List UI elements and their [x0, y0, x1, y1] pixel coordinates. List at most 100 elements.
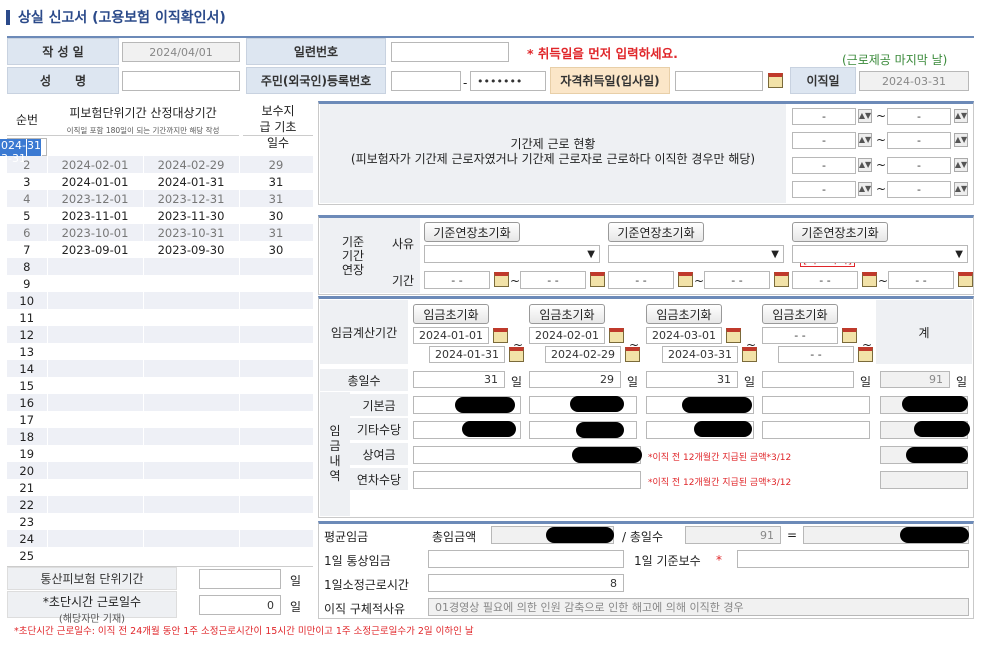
extension-end-field[interactable]: - - — [888, 271, 954, 289]
table-row[interactable]: 23 — [7, 513, 313, 530]
table-row[interactable]: 24 — [7, 530, 313, 547]
wage-days-field[interactable]: 31 — [413, 371, 505, 388]
extension-reason-select[interactable]: ▼ — [424, 245, 600, 263]
table-row[interactable]: 10 — [7, 292, 313, 309]
table-row[interactable]: 42023-12-012023-12-3131 — [7, 190, 313, 207]
calendar-icon[interactable] — [625, 347, 640, 362]
table-row[interactable]: 12024-03-012024-03-3131 — [7, 138, 47, 156]
part-time-start-field[interactable]: - — [792, 181, 856, 198]
extension-reason-select[interactable]: ▼ — [608, 245, 784, 263]
extension-start-field[interactable]: - - — [608, 271, 674, 289]
part-time-end-field[interactable]: - — [887, 108, 951, 125]
short-hours-field[interactable]: 0 — [199, 595, 281, 615]
base-pay-field[interactable] — [762, 396, 870, 414]
spinner-icon[interactable]: ▲▼ — [858, 109, 872, 123]
extension-reset-button[interactable]: 기준연장초기화 — [608, 222, 704, 242]
table-row[interactable]: 32024-01-012024-01-3131 — [7, 173, 313, 190]
calendar-icon[interactable] — [726, 328, 741, 343]
spinner-icon[interactable]: ▲▼ — [858, 158, 872, 172]
extension-reset-button[interactable]: 기준연장초기화 — [424, 222, 520, 242]
wage-from-field[interactable]: - - — [762, 327, 838, 344]
wage-to-field[interactable]: 2024-02-29 — [545, 346, 621, 363]
calendar-icon[interactable] — [958, 272, 973, 287]
spinner-icon[interactable]: ▲▼ — [858, 182, 872, 196]
table-row[interactable]: 8 — [7, 258, 313, 275]
table-row[interactable]: 25 — [7, 547, 313, 564]
extension-end-field[interactable]: - - — [704, 271, 770, 289]
other-allow-field[interactable] — [762, 421, 870, 439]
wage-days-field[interactable] — [762, 371, 854, 388]
table-row[interactable]: 20 — [7, 462, 313, 479]
wage-to-field[interactable]: - - — [778, 346, 854, 363]
leave-date-field[interactable]: 2024-03-31 — [859, 71, 969, 91]
calendar-icon[interactable] — [774, 272, 789, 287]
wage-reset-button[interactable]: 임금초기화 — [646, 304, 722, 324]
calendar-icon[interactable] — [609, 328, 624, 343]
wage-to-field[interactable]: 2024-03-31 — [662, 346, 738, 363]
rrn-front-field[interactable] — [391, 71, 461, 91]
extension-start-field[interactable]: - - — [424, 271, 490, 289]
table-row[interactable]: 16 — [7, 394, 313, 411]
table-row[interactable]: 11 — [7, 309, 313, 326]
annual-field[interactable] — [413, 471, 641, 489]
calendar-icon[interactable] — [842, 328, 857, 343]
table-row[interactable]: 15 — [7, 377, 313, 394]
reason-field[interactable]: 01경영상 필요에 의한 인원 감축으로 인한 해고에 의해 이직한 경우 — [428, 598, 969, 616]
calendar-icon[interactable] — [493, 328, 508, 343]
table-row[interactable]: 52023-11-012023-11-3030 — [7, 207, 313, 224]
wage-from-field[interactable]: 2024-02-01 — [529, 327, 605, 344]
table-row[interactable]: 19 — [7, 445, 313, 462]
calendar-icon[interactable] — [509, 347, 524, 362]
serial-field[interactable] — [391, 42, 509, 62]
daily-hours-field[interactable]: 8 — [428, 574, 624, 592]
table-row[interactable]: 62023-10-012023-10-3131 — [7, 224, 313, 241]
part-time-end-field[interactable]: - — [887, 181, 951, 198]
wage-from-field[interactable]: 2024-03-01 — [646, 327, 722, 344]
wage-reset-button[interactable]: 임금초기화 — [413, 304, 489, 324]
total-period-field[interactable] — [199, 569, 281, 589]
table-row[interactable]: 72023-09-012023-09-3030 — [7, 241, 313, 258]
part-time-end-field[interactable]: - — [887, 157, 951, 174]
table-row[interactable]: 9 — [7, 275, 313, 292]
extension-start-field[interactable]: - - — [792, 271, 858, 289]
calendar-icon[interactable] — [862, 272, 877, 287]
table-row[interactable]: 22024-02-012024-02-2929 — [7, 156, 313, 173]
spinner-icon[interactable]: ▲▼ — [858, 133, 872, 147]
calendar-icon[interactable] — [768, 73, 783, 88]
daily-normal-field[interactable] — [428, 550, 624, 568]
table-row[interactable]: 14 — [7, 360, 313, 377]
extension-end-field[interactable]: - - — [520, 271, 586, 289]
extension-reason-select[interactable]: ▼ — [792, 245, 968, 263]
name-field[interactable] — [122, 71, 240, 91]
calendar-icon[interactable] — [742, 347, 757, 362]
hire-date-field[interactable] — [675, 71, 763, 91]
wage-days-field[interactable]: 29 — [529, 371, 621, 388]
calendar-icon[interactable] — [678, 272, 693, 287]
spinner-icon[interactable]: ▲▼ — [954, 109, 968, 123]
table-row[interactable]: 13 — [7, 343, 313, 360]
part-time-start-field[interactable]: - — [792, 108, 856, 125]
calendar-icon[interactable] — [494, 272, 509, 287]
part-time-start-field[interactable]: - — [792, 132, 856, 149]
part-time-start-field[interactable]: - — [792, 157, 856, 174]
table-row[interactable]: 22 — [7, 496, 313, 513]
calendar-icon[interactable] — [858, 347, 873, 362]
spinner-icon[interactable]: ▲▼ — [954, 182, 968, 196]
rrn-back-field[interactable]: ••••••• — [470, 71, 546, 91]
daily-base-field[interactable] — [737, 550, 969, 568]
wage-to-field[interactable]: 2024-01-31 — [429, 346, 505, 363]
wage-days-field[interactable]: 31 — [646, 371, 738, 388]
wage-from-field[interactable]: 2024-01-01 — [413, 327, 489, 344]
table-row[interactable]: 12 — [7, 326, 313, 343]
part-time-end-field[interactable]: - — [887, 132, 951, 149]
spinner-icon[interactable]: ▲▼ — [954, 158, 968, 172]
wage-reset-button[interactable]: 임금초기화 — [529, 304, 605, 324]
table-row[interactable]: 21 — [7, 479, 313, 496]
written-date-field[interactable]: 2024/04/01 — [122, 42, 240, 62]
table-row[interactable]: 17 — [7, 411, 313, 428]
calendar-icon[interactable] — [590, 272, 605, 287]
spinner-icon[interactable]: ▲▼ — [954, 133, 968, 147]
extension-reset-button[interactable]: 기준연장초기화 — [792, 222, 888, 242]
table-row[interactable]: 18 — [7, 428, 313, 445]
wage-reset-button[interactable]: 임금초기화 — [762, 304, 838, 324]
